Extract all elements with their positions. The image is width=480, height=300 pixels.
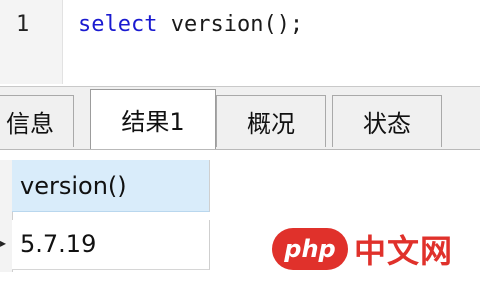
result-tabs: 信息 结果1 概况 状态 — [0, 86, 480, 150]
result-cell-version[interactable]: 5.7.19 — [12, 220, 210, 270]
tab-info[interactable]: 信息 — [0, 95, 74, 147]
php-logo: php — [272, 228, 348, 270]
tab-result1[interactable]: 结果1 — [90, 89, 216, 149]
tab-overview-label: 概况 — [247, 110, 295, 138]
sql-keyword: select — [78, 12, 158, 37]
watermark-text: 中文网 — [354, 232, 454, 270]
tab-status[interactable]: 状态 — [332, 95, 442, 147]
column-header-version[interactable]: version() — [12, 160, 210, 212]
sql-expression: version(); — [157, 12, 304, 37]
php-cn-watermark: php 中文网 — [272, 226, 453, 272]
tab-status-label: 状态 — [363, 110, 411, 138]
result-grid: version() ▸ 5.7.19 — [0, 160, 220, 272]
line-gutter: 1 — [0, 0, 63, 84]
line-number: 1 — [16, 12, 30, 37]
tab-result1-label: 结果1 — [121, 108, 185, 136]
tab-overview[interactable]: 概况 — [216, 95, 326, 147]
tab-info-label: 信息 — [6, 110, 54, 138]
sql-editor[interactable]: 1 select version(); — [0, 0, 480, 84]
current-row-indicator-icon: ▸ — [0, 236, 7, 250]
sql-code-line[interactable]: select version(); — [78, 12, 303, 37]
